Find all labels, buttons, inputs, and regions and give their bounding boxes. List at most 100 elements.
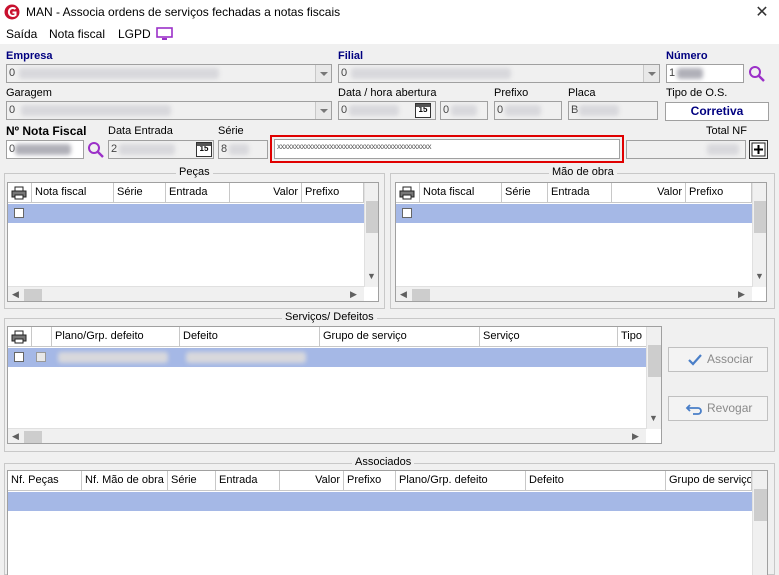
monitor-icon[interactable]: [156, 27, 173, 41]
printer-icon[interactable]: [11, 330, 27, 344]
column-header[interactable]: Tipo: [618, 327, 648, 347]
column-header[interactable]: Grupo de serviço: [666, 471, 752, 491]
column-header[interactable]: Defeito: [180, 327, 320, 347]
column-header[interactable]: Nota fiscal: [420, 183, 502, 203]
prefixo-label: Prefixo: [494, 87, 529, 99]
printer-icon[interactable]: [11, 186, 27, 200]
garagem-label: Garagem: [6, 87, 52, 99]
check-icon: [688, 354, 702, 366]
placa-input[interactable]: B: [568, 101, 658, 120]
mao-obra-title: Mão de obra: [549, 166, 617, 178]
horizontal-scrollbar[interactable]: [396, 286, 752, 301]
menu-nota-fiscal[interactable]: Nota fiscal: [49, 27, 105, 41]
app-logo-icon: [4, 4, 20, 20]
mao-obra-grid[interactable]: Nota fiscal Série Entrada Valor Prefixo …: [395, 182, 767, 302]
chevron-down-icon[interactable]: [315, 65, 331, 82]
numero-input[interactable]: 1: [666, 64, 744, 83]
revogar-button[interactable]: Revogar: [668, 396, 768, 421]
pecas-title: Peças: [176, 166, 213, 178]
scroll-left-icon[interactable]: ◀: [12, 289, 19, 300]
column-header[interactable]: Grupo de serviço: [320, 327, 480, 347]
horizontal-scrollbar[interactable]: [8, 286, 364, 301]
column-header[interactable]: Prefixo: [686, 183, 752, 203]
column-header[interactable]: Valor: [612, 183, 686, 203]
scroll-down-icon[interactable]: ▼: [367, 271, 376, 281]
column-header[interactable]: Serviço: [480, 327, 618, 347]
nota-fiscal-label: Nº Nota Fiscal: [6, 124, 87, 138]
numero-value: 1: [669, 67, 676, 79]
chevron-down-icon[interactable]: [643, 65, 659, 82]
calendar-icon[interactable]: 15: [196, 142, 212, 157]
row-checkbox[interactable]: [36, 352, 46, 362]
hora-abertura-input[interactable]: 0: [440, 101, 488, 120]
serie-label: Série: [218, 125, 244, 137]
table-row[interactable]: [396, 204, 752, 223]
add-plus-icon[interactable]: [749, 140, 768, 159]
column-header[interactable]: Plano/Grp. defeito: [396, 471, 526, 491]
column-header[interactable]: Plano/Grp. defeito: [52, 327, 180, 347]
associados-grid[interactable]: Nf. Peças Nf. Mão de obra Série Entrada …: [7, 470, 768, 575]
serie-input[interactable]: 8: [218, 140, 268, 159]
column-header[interactable]: Nf. Peças: [8, 471, 82, 491]
total-nf-input[interactable]: [626, 140, 746, 159]
empresa-select[interactable]: 0: [6, 64, 332, 83]
column-header[interactable]: Série: [502, 183, 548, 203]
column-header[interactable]: Entrada: [166, 183, 230, 203]
associar-button[interactable]: Associar: [668, 347, 768, 372]
pecas-grid[interactable]: Nota fiscal Série Entrada Valor Prefixo …: [7, 182, 379, 302]
table-row[interactable]: [8, 492, 752, 511]
scroll-right-icon[interactable]: ▶: [350, 289, 357, 300]
column-header[interactable]: Prefixo: [302, 183, 364, 203]
tipo-os-value[interactable]: Corretiva: [665, 102, 769, 121]
data-abertura-label: Data / hora abertura: [338, 87, 437, 99]
column-header[interactable]: Valor: [280, 471, 344, 491]
close-window-button[interactable]: ✕: [753, 2, 771, 22]
total-nf-label: Total NF: [706, 125, 747, 137]
column-header[interactable]: Nota fiscal: [32, 183, 114, 203]
column-header[interactable]: Entrada: [548, 183, 612, 203]
column-header[interactable]: Prefixo: [344, 471, 396, 491]
search-icon[interactable]: [748, 65, 766, 83]
scroll-left-icon[interactable]: ◀: [12, 431, 19, 442]
column-header[interactable]: Defeito: [526, 471, 666, 491]
filial-label: Filial: [338, 50, 364, 62]
hora-abertura-value: 0: [443, 104, 450, 116]
placa-label: Placa: [568, 87, 596, 99]
menu-lgpd[interactable]: LGPD: [118, 27, 151, 41]
vertical-scrollbar[interactable]: [752, 471, 767, 575]
filial-select[interactable]: 0: [338, 64, 660, 83]
prefixo-input[interactable]: 0: [494, 101, 562, 120]
data-entrada-value: 2: [111, 143, 118, 155]
observacao-field[interactable]: xxxxxxxxxxxxxxxxxxxxxxxxxxxxxxxxxxxxxxxx…: [274, 139, 620, 159]
column-header[interactable]: Entrada: [216, 471, 280, 491]
nota-fiscal-input[interactable]: 0: [6, 140, 84, 159]
column-header[interactable]: Série: [114, 183, 166, 203]
scroll-down-icon[interactable]: ▼: [649, 413, 658, 423]
search-icon[interactable]: [87, 141, 105, 159]
horizontal-scrollbar[interactable]: [8, 428, 646, 443]
table-row[interactable]: [8, 204, 364, 223]
serie-value: 8: [221, 143, 228, 155]
printer-icon[interactable]: [399, 186, 415, 200]
garagem-value: 0: [9, 104, 16, 116]
menu-saida[interactable]: Saída: [6, 27, 37, 41]
servicos-title: Serviços/ Defeitos: [282, 311, 377, 323]
column-header[interactable]: Nf. Mão de obra: [82, 471, 168, 491]
chevron-down-icon[interactable]: [315, 102, 331, 119]
row-checkbox[interactable]: [14, 352, 24, 362]
row-checkbox[interactable]: [14, 208, 24, 218]
data-abertura-value: 0: [341, 104, 348, 116]
placa-value: B: [571, 104, 579, 116]
scroll-right-icon[interactable]: ▶: [632, 431, 639, 442]
calendar-icon[interactable]: 15: [415, 103, 431, 118]
scroll-down-icon[interactable]: ▼: [755, 271, 764, 281]
scroll-right-icon[interactable]: ▶: [738, 289, 745, 300]
undo-icon: [685, 404, 702, 415]
column-header[interactable]: Valor: [230, 183, 302, 203]
column-header[interactable]: Série: [168, 471, 216, 491]
row-checkbox[interactable]: [402, 208, 412, 218]
scroll-left-icon[interactable]: ◀: [400, 289, 407, 300]
menu-bar: [0, 24, 779, 44]
garagem-select[interactable]: 0: [6, 101, 332, 120]
servicos-grid[interactable]: Plano/Grp. defeito Defeito Grupo de serv…: [7, 326, 662, 444]
